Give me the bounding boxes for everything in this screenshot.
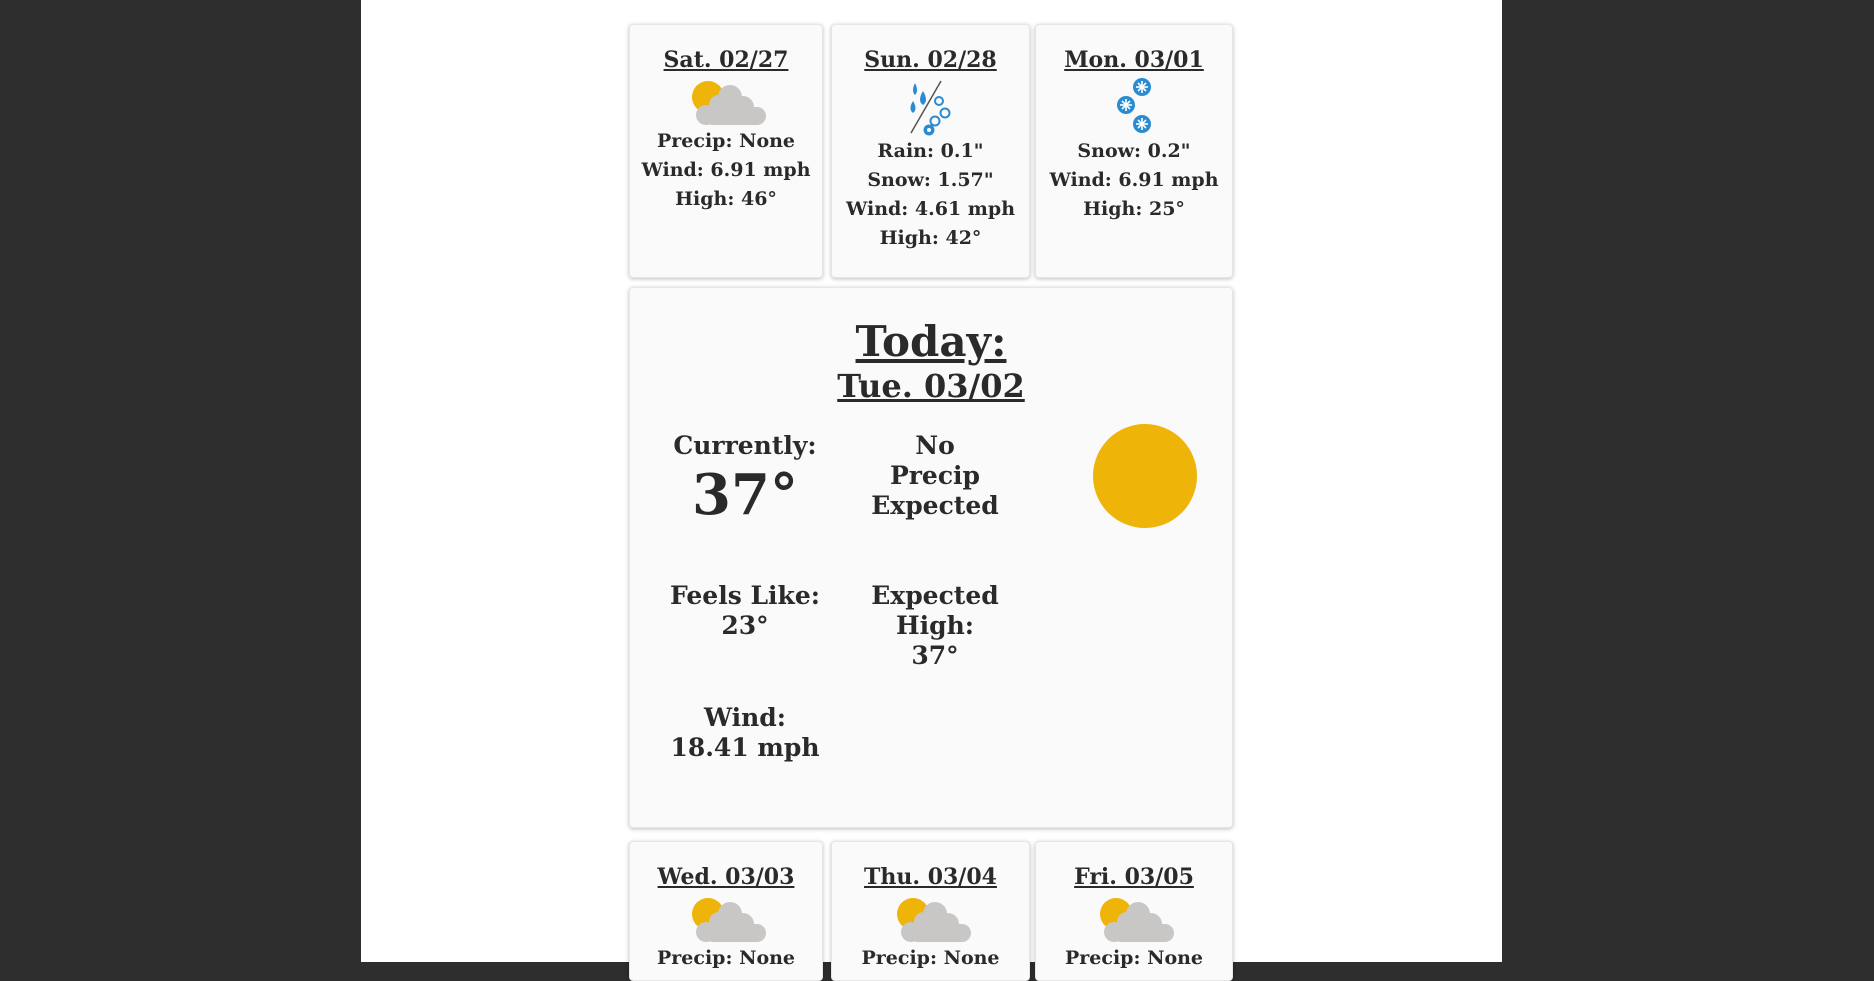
precip-line-2: Precip — [889, 461, 981, 490]
precip-text: Precip: None — [656, 130, 796, 153]
forecast-day-title: Sun. 02/28 — [864, 47, 997, 73]
snow-text: Snow: 0.2" — [1077, 140, 1191, 163]
snow-text: Snow: 1.57" — [867, 169, 994, 192]
wind-text: Wind: 6.91 mph — [641, 159, 811, 182]
feels-like-value: 23° — [721, 611, 769, 640]
page: Sat. 02/27 Precip: None Wind: 6.91 mph H… — [361, 0, 1502, 981]
forecast-day-title: Fri. 03/05 — [1074, 864, 1194, 890]
forecast-card-sat[interactable]: Sat. 02/27 Precip: None Wind: 6.91 mph H… — [629, 24, 823, 278]
forecast-day-title: Mon. 03/01 — [1064, 47, 1204, 73]
wind-label: Wind: — [703, 703, 787, 732]
precip-line-1: No — [915, 431, 955, 460]
forecast-card-mon[interactable]: Mon. 03/01 Snow: 0.2" Wind: 6.91 mph Hig… — [1035, 24, 1233, 278]
today-label: Today: — [855, 317, 1007, 366]
partly-cloudy-icon — [692, 898, 766, 943]
high-text: High: 25° — [1083, 198, 1185, 221]
wind-block: Wind: 18.41 mph — [670, 703, 820, 763]
rain-snow-icon — [909, 81, 950, 136]
forecast-card-thu[interactable]: Thu. 03/04 Precip: None — [831, 841, 1030, 981]
precip-text: Precip: None — [656, 947, 796, 970]
forecast-day-title: Sat. 02/27 — [663, 47, 789, 73]
snow-icon — [1117, 78, 1151, 134]
forecast-card-sun[interactable]: Sun. 02/28 Rain: 0.1" Snow: 1.57" Wind: … — [831, 24, 1030, 278]
precip-block: No Precip Expected — [860, 431, 1010, 521]
today-card: Today: Tue. 03/02 Currently: 37° No Prec… — [629, 287, 1233, 828]
expected-high-block: Expected High: 37° — [860, 581, 1010, 671]
expected-high-value: 37° — [911, 641, 959, 670]
forecast-day-title: Thu. 03/04 — [864, 864, 997, 890]
high-text: High: 46° — [675, 188, 777, 211]
today-date: Tue. 03/02 — [837, 367, 1025, 405]
current-temp: 37° — [692, 462, 798, 528]
precip-line-3: Expected — [871, 491, 999, 520]
currently-label: Currently: — [673, 431, 817, 460]
partly-cloudy-icon — [1100, 898, 1174, 943]
precip-text: Precip: None — [861, 947, 1000, 970]
high-text: High: 42° — [879, 227, 982, 250]
partly-cloudy-icon — [896, 898, 971, 943]
wind-text: Wind: 6.91 mph — [1049, 169, 1219, 192]
forecast-card-wed[interactable]: Wed. 03/03 Precip: None — [629, 841, 823, 981]
feels-like-label: Feels Like: — [670, 581, 820, 610]
today-heading: Today: Tue. 03/02 — [630, 318, 1232, 406]
forecast-day-title: Wed. 03/03 — [657, 864, 795, 890]
forecast-card-fri[interactable]: Fri. 03/05 Precip: None — [1035, 841, 1233, 981]
sun-icon — [1093, 424, 1197, 528]
wind-value: 18.41 mph — [670, 733, 820, 762]
rain-text: Rain: 0.1" — [877, 140, 984, 163]
expected-high-line-2: High: — [895, 611, 974, 640]
feels-like-block: Feels Like: 23° — [670, 581, 820, 641]
precip-text: Precip: None — [1064, 947, 1204, 970]
expected-high-line-1: Expected — [871, 581, 999, 610]
current-temp-block: Currently: 37° — [670, 431, 820, 529]
wind-text: Wind: 4.61 mph — [845, 198, 1016, 221]
partly-cloudy-icon — [692, 81, 766, 126]
